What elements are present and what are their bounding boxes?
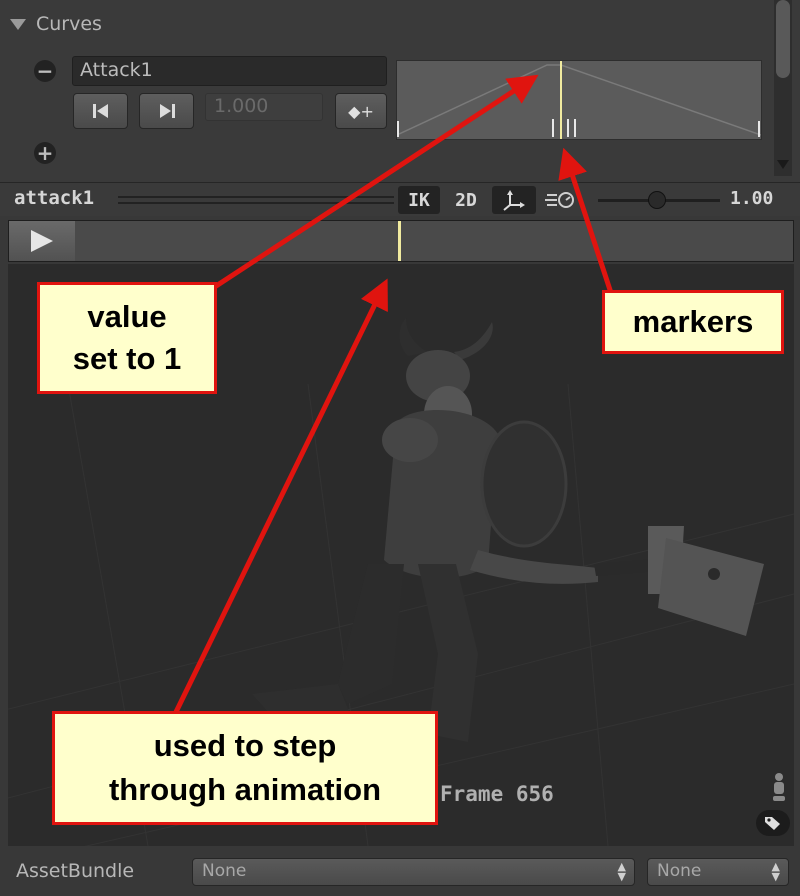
marker[interactable] <box>567 119 569 137</box>
assetbundle-variant-dropdown[interactable]: None ▲ ▼ <box>647 858 789 886</box>
marker[interactable] <box>574 119 576 137</box>
remove-curve-button[interactable]: − <box>34 60 56 82</box>
range-start-tick <box>397 121 399 137</box>
dropdown-arrows-icon: ▲ ▼ <box>771 860 780 883</box>
frame-label: Frame 656 <box>440 782 554 806</box>
previous-key-icon <box>92 104 108 118</box>
marker[interactable] <box>552 119 554 137</box>
curve-name-field[interactable]: Attack1 <box>72 56 387 86</box>
callout-value: value set to 1 <box>37 282 217 394</box>
callout-step: used to step through animation <box>52 711 438 825</box>
play-button[interactable] <box>9 221 75 261</box>
range-end-tick <box>758 121 760 137</box>
assetbundle-label: AssetBundle <box>16 860 135 882</box>
add-key-button[interactable]: ◆+ <box>335 93 387 129</box>
curves-header-label: Curves <box>36 13 102 35</box>
pivot-axis-icon <box>503 190 525 211</box>
curve-cursor-line <box>560 61 562 139</box>
2d-toggle[interactable]: 2D <box>444 186 488 214</box>
tag-icon <box>765 817 780 830</box>
assetbundle-bar: AssetBundle None ▲ ▼ None ▲ ▼ <box>0 850 800 896</box>
speed-icon <box>545 192 574 208</box>
avatar-pivot-icon[interactable] <box>770 772 788 802</box>
speed-slider-thumb[interactable] <box>648 191 666 209</box>
curves-panel: Curves − + Attack1 1.000 ◆+ <box>0 0 800 182</box>
add-curve-button[interactable]: + <box>34 142 56 164</box>
preview-timeline[interactable] <box>8 220 794 262</box>
playback-speed-icon <box>540 186 580 214</box>
play-icon <box>31 230 53 252</box>
ik-toggle[interactable]: IK <box>398 186 440 214</box>
callout-step-line1: used to step <box>153 728 337 763</box>
speed-value: 1.00 <box>730 188 774 209</box>
preview-toolbar: attack1 IK 2D 1.00 <box>0 182 800 216</box>
callout-step-line2: through animation <box>108 772 382 807</box>
toolbar-grip[interactable] <box>118 196 394 204</box>
curve-value-field[interactable]: 1.000 <box>205 93 323 121</box>
assetbundle-variant-value: None <box>657 861 702 881</box>
foldout-arrow-icon <box>10 18 26 30</box>
plus-icon: + <box>36 141 54 165</box>
clip-name-label: attack1 <box>14 187 95 209</box>
dropdown-arrows-icon: ▲ ▼ <box>617 860 626 883</box>
curve-graph[interactable] <box>396 60 762 140</box>
asset-label-button[interactable] <box>756 810 790 836</box>
pivot-toggle[interactable] <box>492 186 536 214</box>
next-key-icon <box>159 104 175 118</box>
assetbundle-name-dropdown[interactable]: None ▲ ▼ <box>192 858 635 886</box>
minus-icon: − <box>36 59 54 83</box>
curve-line <box>396 64 762 136</box>
callout-value-line1: value <box>87 299 167 334</box>
scroll-thumb[interactable] <box>776 0 790 78</box>
callout-markers: markers <box>602 290 784 354</box>
curves-foldout[interactable]: Curves <box>10 10 102 38</box>
scroll-down-icon[interactable] <box>777 160 789 170</box>
assetbundle-name-value: None <box>202 861 247 881</box>
previous-key-button[interactable] <box>73 93 128 129</box>
next-key-button[interactable] <box>139 93 194 129</box>
timeline-scrubber[interactable] <box>398 221 401 261</box>
curves-scrollbar[interactable] <box>774 0 792 176</box>
callout-value-line2: set to 1 <box>72 341 182 376</box>
